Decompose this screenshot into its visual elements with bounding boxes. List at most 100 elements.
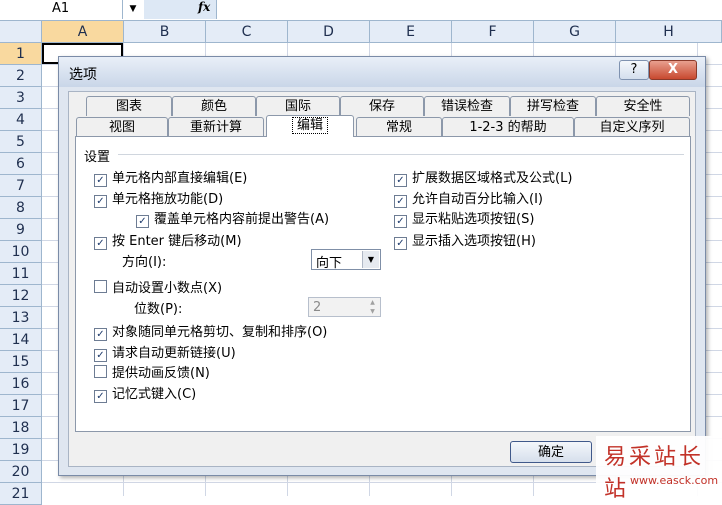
option-label: 单元格拖放功能(D) [112,192,224,207]
help-button[interactable]: ? [619,60,649,80]
checkbox-checked-icon[interactable] [94,174,107,187]
name-box[interactable]: A1 [0,0,123,19]
row-header-2[interactable]: 2 [0,65,42,87]
tab-chart[interactable]: 图表 [86,96,172,116]
option-label: 单元格内部直接编辑(E) [112,171,248,186]
row-header-13[interactable]: 13 [0,307,42,329]
row-header-14[interactable]: 14 [0,329,42,351]
row-header-1[interactable]: 1 [0,43,42,65]
option-update-links[interactable]: 请求自动更新链接(U) [94,342,236,362]
checkbox-checked-icon[interactable] [94,349,107,362]
option-label: 覆盖单元格内容前提出警告(A) [154,212,330,227]
row-header-5[interactable]: 5 [0,131,42,153]
direction-select[interactable]: 向下 ▼ [311,249,381,271]
tab-save[interactable]: 保存 [340,96,424,116]
places-spinner[interactable]: 2 ▲ ▼ [308,297,381,317]
watermark-title: 易采站长站 [604,445,705,502]
tab-spelling[interactable]: 拼写检查 [510,96,596,116]
section-divider [118,154,684,155]
name-box-dropdown-icon[interactable]: ▼ [122,0,144,19]
dialog-titlebar[interactable]: 选项 ? X [59,57,705,87]
row-header-21[interactable]: 21 [0,483,42,505]
row-header-17[interactable]: 17 [0,395,42,417]
close-button[interactable]: X [649,60,697,80]
checkbox-checked-icon[interactable] [394,215,407,228]
direction-label: 方向(I): [122,255,167,270]
checkbox-checked-icon[interactable] [94,390,107,403]
column-header-a[interactable]: A [42,21,124,43]
fx-icon: fx [198,0,211,14]
tab-custom-lists[interactable]: 自定义序列 [574,117,690,137]
spinner-arrows-icon[interactable]: ▲ ▼ [365,298,380,316]
row-header-10[interactable]: 10 [0,241,42,263]
row-header-7[interactable]: 7 [0,175,42,197]
option-animation-feedback[interactable]: 提供动画反馈(N) [94,362,210,381]
column-header-h[interactable]: H [616,21,722,43]
row-header-11[interactable]: 11 [0,263,42,285]
option-insert-options-button[interactable]: 显示插入选项按钮(H) [394,230,536,250]
checkbox-checked-icon[interactable] [94,328,107,341]
tab-edit-label: 编辑 [291,117,329,134]
option-move-after-enter[interactable]: 按 Enter 键后移动(M) [94,230,242,250]
option-label: 扩展数据区域格式及公式(L) [412,171,573,186]
option-label: 请求自动更新链接(U) [112,346,236,361]
column-header-d[interactable]: D [288,21,370,43]
name-box-value: A1 [52,1,70,16]
tab-calculation[interactable]: 重新计算 [168,117,264,137]
checkbox-unchecked-icon[interactable] [94,365,107,378]
watermark: 易采站长站 www.easck.com [596,436,722,502]
checkbox-unchecked-icon[interactable] [94,280,107,293]
option-label: 提供动画反馈(N) [112,366,210,381]
tab-general[interactable]: 常规 [356,117,442,137]
chevron-down-icon[interactable]: ▼ [362,251,379,268]
tab-error-checking[interactable]: 错误检查 [424,96,510,116]
option-auto-percent[interactable]: 允许自动百分比输入(I) [394,188,543,208]
option-label: 对象随同单元格剪切、复制和排序(O) [112,325,328,340]
option-fixed-decimal[interactable]: 自动设置小数点(X) [94,277,222,296]
row-header-18[interactable]: 18 [0,417,42,439]
tab-view[interactable]: 视图 [76,117,168,137]
tab-edit[interactable]: 编辑 [266,115,354,137]
column-header-b[interactable]: B [124,21,206,43]
option-edit-directly[interactable]: 单元格内部直接编辑(E) [94,167,247,187]
option-cut-copy-sort-objects[interactable]: 对象随同单元格剪切、复制和排序(O) [94,321,327,341]
row-header-15[interactable]: 15 [0,351,42,373]
row-header-20[interactable]: 20 [0,461,42,483]
row-header-3[interactable]: 3 [0,87,42,109]
option-alert-overwrite[interactable]: 覆盖单元格内容前提出警告(A) [136,208,329,228]
option-label: 记忆式键入(C) [112,387,197,402]
tab-color[interactable]: 颜色 [172,96,256,116]
ok-button[interactable]: 确定 [510,441,592,463]
insert-function-button[interactable]: fx [144,0,217,19]
column-header-g[interactable]: G [534,21,616,43]
tab-international[interactable]: 国际 [256,96,340,116]
column-header-e[interactable]: E [370,21,452,43]
settings-section-title: 设置 [84,150,111,165]
checkbox-checked-icon[interactable] [394,237,407,250]
row-header-9[interactable]: 9 [0,219,42,241]
checkbox-checked-icon[interactable] [394,195,407,208]
row-header-4[interactable]: 4 [0,109,42,131]
formula-bar: A1 ▼ fx [0,0,722,21]
column-header-c[interactable]: C [206,21,288,43]
row-header-8[interactable]: 8 [0,197,42,219]
column-header-f[interactable]: F [452,21,534,43]
dialog-title: 选项 [69,67,97,83]
checkbox-checked-icon[interactable] [136,215,149,228]
checkbox-checked-icon[interactable] [394,174,407,187]
select-all-corner[interactable] [0,21,42,43]
row-header-16[interactable]: 16 [0,373,42,395]
checkbox-checked-icon[interactable] [94,195,107,208]
row-header-12[interactable]: 12 [0,285,42,307]
row-header-19[interactable]: 19 [0,439,42,461]
row-header-6[interactable]: 6 [0,153,42,175]
option-drag-drop[interactable]: 单元格拖放功能(D) [94,188,223,208]
tab-security[interactable]: 安全性 [596,96,690,116]
option-paste-options-button[interactable]: 显示粘贴选项按钮(S) [394,208,534,228]
option-autocomplete[interactable]: 记忆式键入(C) [94,383,196,403]
tab-lotus-help[interactable]: 1-2-3 的帮助 [442,117,574,137]
direction-value: 向下 [316,256,343,271]
checkbox-checked-icon[interactable] [94,237,107,250]
watermark-url: www.easck.com [630,474,719,487]
option-extend-formats[interactable]: 扩展数据区域格式及公式(L) [394,167,572,187]
